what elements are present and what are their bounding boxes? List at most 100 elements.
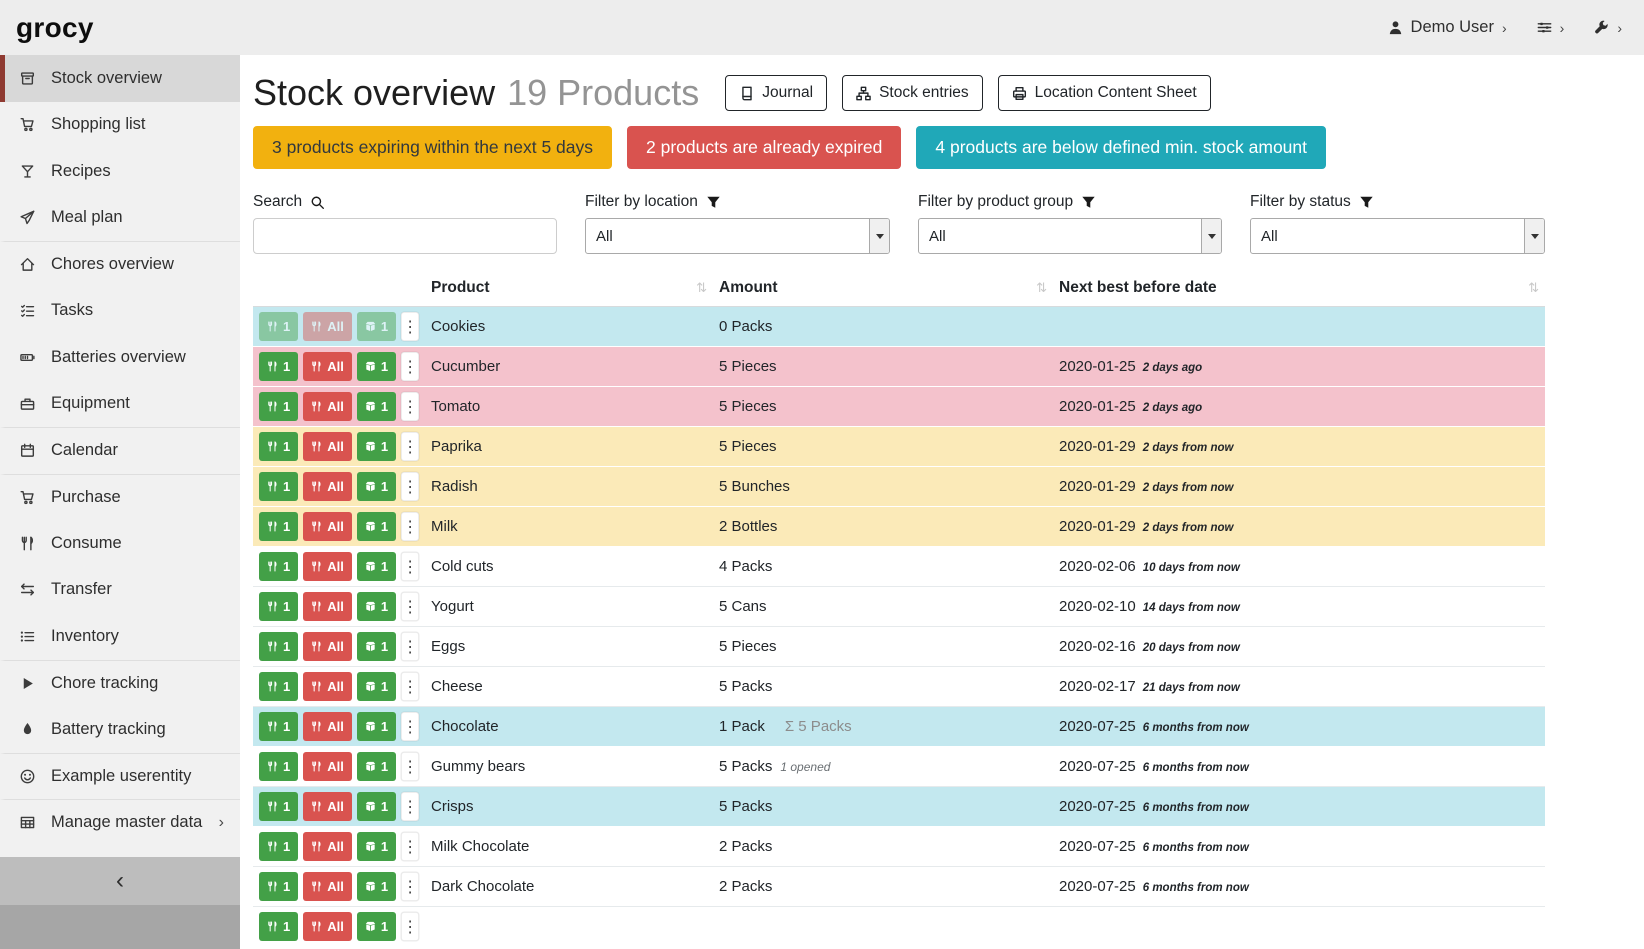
sidebar-item-meal-plan[interactable]: Meal plan xyxy=(0,195,240,242)
consume-all-button[interactable]: All xyxy=(303,832,352,861)
open-one-button[interactable]: 1 xyxy=(357,472,396,501)
consume-one-button[interactable]: 1 xyxy=(259,792,298,821)
consume-all-button[interactable]: All xyxy=(303,792,352,821)
sidebar-item-calendar[interactable]: Calendar xyxy=(0,427,240,474)
sidebar-item-batteries-overview[interactable]: Batteries overview xyxy=(0,334,240,381)
consume-one-button[interactable]: 1 xyxy=(259,552,298,581)
open-one-button[interactable]: 1 xyxy=(357,512,396,541)
consume-one-button[interactable]: 1 xyxy=(259,672,298,701)
sidebar-item-manage-master-data[interactable]: Manage master data› xyxy=(0,799,240,846)
location-content-sheet-button[interactable]: Location Content Sheet xyxy=(998,75,1211,111)
consume-all-button[interactable]: All xyxy=(303,432,352,461)
row-menu-button[interactable]: ⋮ xyxy=(401,512,419,541)
consume-all-button[interactable]: All xyxy=(303,872,352,901)
open-one-button[interactable]: 1 xyxy=(357,752,396,781)
user-menu[interactable]: Demo User › xyxy=(1388,18,1507,37)
amount-column-header[interactable]: Amount⇅ xyxy=(713,272,1053,307)
journal-button[interactable]: Journal xyxy=(725,75,827,111)
consume-one-button[interactable]: 1 xyxy=(259,592,298,621)
sidebar-item-chore-tracking[interactable]: Chore tracking xyxy=(0,660,240,707)
row-menu-button[interactable]: ⋮ xyxy=(401,872,419,901)
open-one-button[interactable]: 1 xyxy=(357,792,396,821)
already-expired-banner[interactable]: 2 products are already expired xyxy=(627,126,901,169)
open-one-button[interactable]: 1 xyxy=(357,672,396,701)
row-menu-button[interactable]: ⋮ xyxy=(401,912,419,941)
consume-all-button[interactable]: All xyxy=(303,912,352,941)
open-one-button[interactable]: 1 xyxy=(357,352,396,381)
consume-all-button[interactable]: All xyxy=(303,712,352,741)
open-one-button[interactable]: 1 xyxy=(357,432,396,461)
app-logo[interactable]: grocy xyxy=(16,12,94,44)
stock-entries-button[interactable]: Stock entries xyxy=(842,75,983,111)
best-before-column-header[interactable]: Next best before date⇅ xyxy=(1053,272,1545,307)
consume-one-button[interactable]: 1 xyxy=(259,432,298,461)
view-settings-menu[interactable]: › xyxy=(1537,20,1565,36)
open-one-button[interactable]: 1 xyxy=(357,312,396,341)
sort-icon[interactable]: ⇅ xyxy=(1036,280,1047,296)
row-menu-button[interactable]: ⋮ xyxy=(401,552,419,581)
consume-one-button[interactable]: 1 xyxy=(259,512,298,541)
consume-all-button[interactable]: All xyxy=(303,512,352,541)
consume-all-button[interactable]: All xyxy=(303,552,352,581)
location-filter-select[interactable]: All xyxy=(585,218,890,254)
open-one-button[interactable]: 1 xyxy=(357,832,396,861)
row-menu-button[interactable]: ⋮ xyxy=(401,712,419,741)
expiring-soon-banner[interactable]: 3 products expiring within the next 5 da… xyxy=(253,126,612,169)
row-menu-button[interactable]: ⋮ xyxy=(401,312,419,341)
product-column-header[interactable]: Product⇅ xyxy=(425,272,713,307)
open-one-button[interactable]: 1 xyxy=(357,632,396,661)
consume-one-button[interactable]: 1 xyxy=(259,352,298,381)
row-menu-button[interactable]: ⋮ xyxy=(401,792,419,821)
row-menu-button[interactable]: ⋮ xyxy=(401,392,419,421)
consume-one-button[interactable]: 1 xyxy=(259,912,298,941)
consume-all-button[interactable]: All xyxy=(303,392,352,421)
consume-one-button[interactable]: 1 xyxy=(259,712,298,741)
sidebar-item-shopping-list[interactable]: Shopping list xyxy=(0,102,240,149)
row-menu-button[interactable]: ⋮ xyxy=(401,472,419,501)
consume-all-button[interactable]: All xyxy=(303,312,352,341)
open-one-button[interactable]: 1 xyxy=(357,872,396,901)
sidebar-item-consume[interactable]: Consume xyxy=(0,520,240,567)
search-input[interactable] xyxy=(253,218,557,254)
row-menu-button[interactable]: ⋮ xyxy=(401,672,419,701)
sidebar-item-purchase[interactable]: Purchase xyxy=(0,474,240,521)
row-menu-button[interactable]: ⋮ xyxy=(401,432,419,461)
sidebar-item-equipment[interactable]: Equipment xyxy=(0,381,240,428)
sidebar-item-chores-overview[interactable]: Chores overview xyxy=(0,241,240,288)
sidebar-collapse-button[interactable]: ‹ xyxy=(0,857,240,905)
sidebar-item-battery-tracking[interactable]: Battery tracking xyxy=(0,706,240,753)
consume-one-button[interactable]: 1 xyxy=(259,392,298,421)
row-menu-button[interactable]: ⋮ xyxy=(401,832,419,861)
open-one-button[interactable]: 1 xyxy=(357,712,396,741)
sidebar-item-tasks[interactable]: Tasks xyxy=(0,288,240,335)
consume-all-button[interactable]: All xyxy=(303,672,352,701)
sidebar-item-inventory[interactable]: Inventory xyxy=(0,613,240,660)
consume-all-button[interactable]: All xyxy=(303,632,352,661)
consume-all-button[interactable]: All xyxy=(303,472,352,501)
status-filter-select[interactable]: All xyxy=(1250,218,1545,254)
open-one-button[interactable]: 1 xyxy=(357,912,396,941)
admin-settings-menu[interactable]: › xyxy=(1594,20,1622,36)
row-menu-button[interactable]: ⋮ xyxy=(401,752,419,781)
sidebar-item-transfer[interactable]: Transfer xyxy=(0,567,240,614)
sidebar-item-stock-overview[interactable]: Stock overview xyxy=(0,55,240,102)
consume-all-button[interactable]: All xyxy=(303,352,352,381)
consume-one-button[interactable]: 1 xyxy=(259,752,298,781)
sidebar-item-recipes[interactable]: Recipes xyxy=(0,148,240,195)
product-group-filter-select[interactable]: All xyxy=(918,218,1222,254)
consume-one-button[interactable]: 1 xyxy=(259,632,298,661)
consume-one-button[interactable]: 1 xyxy=(259,832,298,861)
consume-one-button[interactable]: 1 xyxy=(259,872,298,901)
row-menu-button[interactable]: ⋮ xyxy=(401,352,419,381)
sort-icon[interactable]: ⇅ xyxy=(696,280,707,296)
open-one-button[interactable]: 1 xyxy=(357,392,396,421)
consume-all-button[interactable]: All xyxy=(303,592,352,621)
open-one-button[interactable]: 1 xyxy=(357,552,396,581)
below-min-stock-banner[interactable]: 4 products are below defined min. stock … xyxy=(916,126,1326,169)
consume-one-button[interactable]: 1 xyxy=(259,472,298,501)
open-one-button[interactable]: 1 xyxy=(357,592,396,621)
sidebar-item-example-userentity[interactable]: Example userentity xyxy=(0,753,240,800)
sort-icon[interactable]: ⇅ xyxy=(1528,280,1539,296)
consume-all-button[interactable]: All xyxy=(303,752,352,781)
row-menu-button[interactable]: ⋮ xyxy=(401,592,419,621)
